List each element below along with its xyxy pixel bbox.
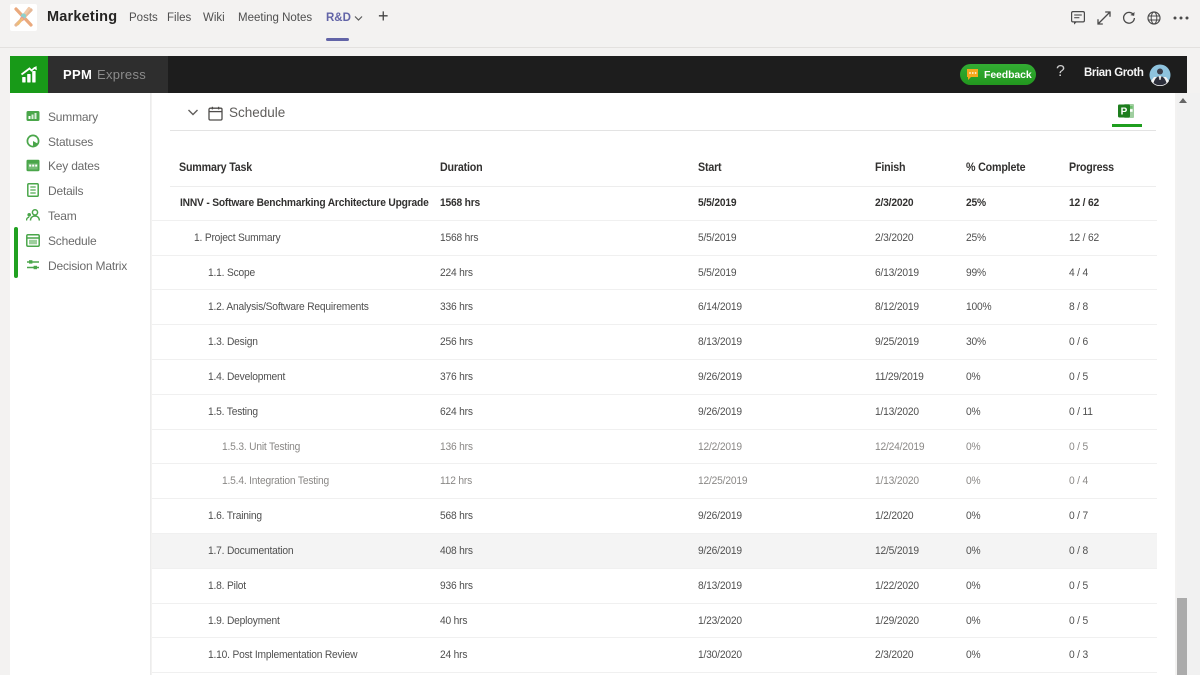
svg-text:P: P [1121, 107, 1128, 118]
